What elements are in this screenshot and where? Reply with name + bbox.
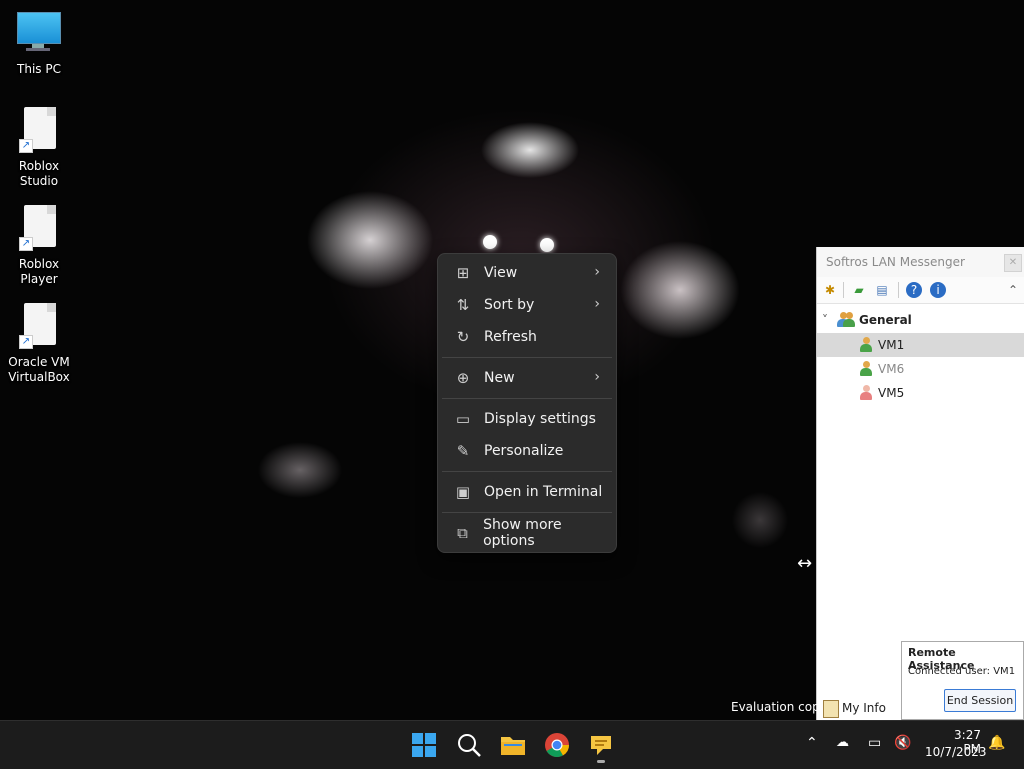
remote-assistance-popup: Remote Assistance Connected user: VM1 En… [901, 641, 1024, 720]
user-name: VM1 [878, 338, 905, 352]
menu-item-label: Show more options [483, 517, 562, 549]
menu-item-display-settings[interactable]: ▭ Display settings [442, 405, 612, 433]
plus-circle-icon: ⊕ [456, 369, 470, 387]
desktop-icon-virtualbox[interactable]: ↗ Oracle VM VirtualBox [1, 303, 77, 385]
desktop-icon-roblox-studio[interactable]: ↗ Roblox Studio [1, 107, 77, 189]
chevron-down-icon: ˅ [822, 313, 828, 327]
settings-icon[interactable]: ✱ [822, 282, 838, 298]
chevron-right-icon: › [594, 296, 600, 312]
onedrive-icon[interactable]: ☁ [836, 735, 849, 750]
messenger-icon[interactable] [588, 732, 614, 763]
expand-icon: ⧉ [457, 524, 468, 542]
menu-item-label: Sort by [484, 297, 535, 313]
search-icon[interactable] [456, 732, 482, 758]
notification-bell-icon[interactable]: 🔔 [988, 735, 1005, 751]
menu-item-view[interactable]: ⊞ View › [442, 259, 612, 287]
menu-divider [442, 471, 612, 472]
group-row-general[interactable]: ˅ General [817, 308, 1024, 332]
desktop-icon-label: This PC [17, 62, 61, 76]
taskbar: ⌃ ☁ ▭ 🔇 3:27 PM 10/7/2023 🔔 [0, 720, 1024, 769]
menu-divider [442, 512, 612, 513]
menu-item-label: View [484, 265, 518, 281]
desktop-icon-label: Roblox Player [18, 257, 60, 286]
send-file-icon[interactable]: ▰ [851, 282, 867, 298]
menu-item-refresh[interactable]: ↻ Refresh [442, 323, 612, 351]
network-icon[interactable]: ▭ [868, 735, 881, 751]
help-icon[interactable]: ? [906, 282, 922, 298]
desktop-context-menu: ⊞ View › ⇅ Sort by › ↻ Refresh ⊕ New › ▭… [437, 253, 617, 553]
my-info-label: My Info [842, 701, 886, 715]
user-name: VM5 [878, 386, 905, 400]
window-titlebar[interactable]: Softros LAN Messenger ✕ [817, 247, 1024, 277]
active-app-indicator [597, 760, 605, 763]
clock-date[interactable]: 10/7/2023 [925, 745, 987, 759]
menu-item-new[interactable]: ⊕ New › [442, 364, 612, 392]
desktop-icon-this-pc[interactable]: This PC [1, 10, 77, 77]
window-title: Softros LAN Messenger [826, 255, 965, 269]
user-online-icon [860, 337, 872, 352]
start-icon[interactable] [411, 732, 437, 758]
chevron-up-icon[interactable]: ⌃ [806, 735, 818, 751]
menu-item-label: Refresh [484, 329, 537, 345]
file-explorer-icon[interactable] [500, 732, 526, 758]
toolbar-divider [898, 282, 899, 298]
connected-label: Connected user: [908, 666, 991, 677]
menu-item-label: Display settings [484, 411, 596, 427]
terminal-icon: ▣ [455, 483, 471, 501]
wallpaper-eye [540, 238, 554, 252]
grid-icon: ⊞ [456, 264, 470, 282]
file-shortcut-icon: ↗ [15, 303, 63, 351]
user-row-vm1[interactable]: VM1 [817, 333, 1024, 357]
desktop-icon-roblox-player[interactable]: ↗ Roblox Player [1, 205, 77, 287]
file-shortcut-icon: ↗ [15, 205, 63, 253]
connected-user: VM1 [993, 666, 1016, 677]
chrome-icon[interactable] [544, 732, 570, 758]
user-away-icon [860, 361, 872, 376]
menu-item-label: New [484, 370, 515, 386]
wallpaper-eye [483, 235, 497, 249]
menu-item-open-terminal[interactable]: ▣ Open in Terminal [442, 478, 612, 506]
volume-muted-icon[interactable]: 🔇 [894, 735, 911, 751]
menu-item-sort-by[interactable]: ⇅ Sort by › [442, 291, 612, 319]
desktop-icon-label: Roblox Studio [18, 159, 60, 188]
pen-icon: ✎ [456, 442, 470, 460]
computer-icon [15, 10, 63, 58]
sort-icon: ⇅ [456, 296, 470, 314]
display-icon: ▭ [455, 410, 471, 428]
connected-user-text: Connected user: VM1 [908, 666, 1015, 677]
menu-divider [442, 357, 612, 358]
group-icon [837, 312, 855, 327]
desktop-icon-label: Oracle VM VirtualBox [8, 355, 70, 384]
toolbar-divider [843, 282, 844, 298]
menu-item-label: Personalize [484, 443, 564, 459]
close-icon[interactable]: ✕ [1004, 254, 1022, 272]
my-info-button[interactable]: My Info [818, 697, 900, 719]
menu-item-personalize[interactable]: ✎ Personalize [442, 437, 612, 465]
menu-divider [442, 398, 612, 399]
user-row-vm6[interactable]: VM6 [817, 357, 1024, 381]
info-icon[interactable]: i [930, 282, 946, 298]
history-icon[interactable]: ▤ [874, 282, 890, 298]
refresh-icon: ↻ [456, 328, 470, 346]
end-session-button[interactable]: End Session [944, 689, 1016, 712]
group-label: General [859, 313, 912, 327]
file-shortcut-icon: ↗ [15, 107, 63, 155]
user-row-vm5[interactable]: VM5 [817, 381, 1024, 405]
chevron-right-icon: › [594, 264, 600, 280]
resize-cursor-icon: ↔ [797, 553, 813, 574]
menu-item-label: Open in Terminal [484, 484, 603, 500]
chevron-right-icon: › [594, 369, 600, 385]
user-name: VM6 [878, 362, 905, 376]
chevron-up-icon[interactable]: ⌃ [1005, 282, 1021, 298]
evaluation-copy-text: Evaluation copy [731, 700, 827, 714]
menu-item-show-more[interactable]: ⧉ Show more options [442, 517, 612, 549]
contact-card-icon [823, 700, 839, 718]
messenger-toolbar: ✱ ▰ ▤ ? i ⌃ [817, 277, 1024, 304]
user-offline-icon [860, 385, 872, 400]
